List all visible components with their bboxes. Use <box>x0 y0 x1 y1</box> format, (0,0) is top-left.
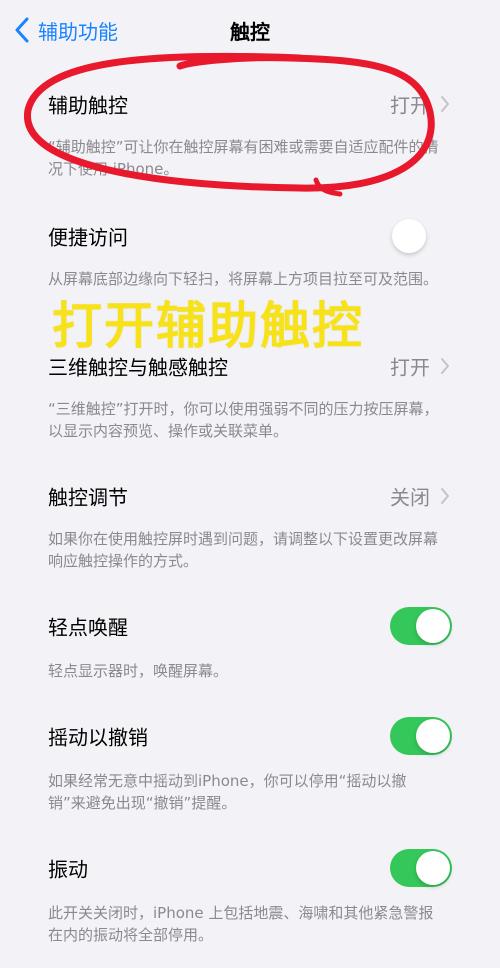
toggle-knob <box>416 851 450 885</box>
touch-accommodations-footer: 如果你在使用触控屏时遇到问题，请调整以下设置更改屏幕响应触控操作的方式。 <box>48 530 439 570</box>
reachability-row: 便捷访问 <box>0 208 500 264</box>
row-label: 三维触控与触感触控 <box>48 355 228 380</box>
row-label: 辅助触控 <box>48 93 128 118</box>
reachability-footer: 从屏幕底部边缘向下轻扫，将屏幕上方项目拉至可及范围。 <box>48 270 439 288</box>
3d-touch-footer: “三维触控”打开时，你可以使用强弱不同的压力按压屏幕，以显示内容预览、操作或关联… <box>48 400 439 440</box>
toggle-knob <box>392 219 426 253</box>
shake-to-undo-row: 摇动以撤销 <box>0 708 500 764</box>
assistive-touch-footer: “辅助触控”可让你在触控屏幕有困难或需要自适应配件的情况下使用 iPhone。 <box>48 138 439 178</box>
tap-to-wake-toggle[interactable] <box>390 607 452 645</box>
shake-to-undo-toggle[interactable] <box>390 717 452 755</box>
tap-to-wake-footer: 轻点显示器时，唤醒屏幕。 <box>48 662 229 680</box>
row-value: 打开 <box>390 355 430 380</box>
chevron-right-icon <box>441 96 449 112</box>
row-label: 便捷访问 <box>48 225 128 250</box>
navigation-bar: 辅助功能 触控 <box>0 0 500 60</box>
row-label: 振动 <box>48 857 88 882</box>
row-value: 关闭 <box>390 485 430 510</box>
toggle-knob <box>416 719 450 753</box>
tap-to-wake-row: 轻点唤醒 <box>0 598 500 654</box>
row-label: 轻点唤醒 <box>48 615 128 640</box>
touch-accommodations-row[interactable]: 触控调节 关闭 <box>0 468 500 524</box>
row-value: 打开 <box>390 93 430 118</box>
row-label: 触控调节 <box>48 485 128 510</box>
chevron-right-icon <box>441 488 449 504</box>
row-label: 摇动以撤销 <box>48 725 148 750</box>
3d-touch-row[interactable]: 三维触控与触感触控 打开 <box>0 338 500 394</box>
reachability-toggle[interactable] <box>390 217 452 255</box>
vibration-row: 振动 <box>0 840 500 896</box>
vibration-toggle[interactable] <box>390 849 452 887</box>
shake-to-undo-footer: 如果经常无意中摇动到iPhone，你可以停用“摇动以撤销”来避免出现“撤销”提醒… <box>48 772 407 812</box>
vibration-footer: 此开关关闭时，iPhone 上包括地震、海啸和其他紧急警报在内的振动将全部停用。 <box>48 904 434 944</box>
chevron-right-icon <box>441 358 449 374</box>
assistive-touch-row[interactable]: 辅助触控 打开 <box>0 76 500 132</box>
toggle-knob <box>416 609 450 643</box>
page-title: 触控 <box>230 20 270 44</box>
